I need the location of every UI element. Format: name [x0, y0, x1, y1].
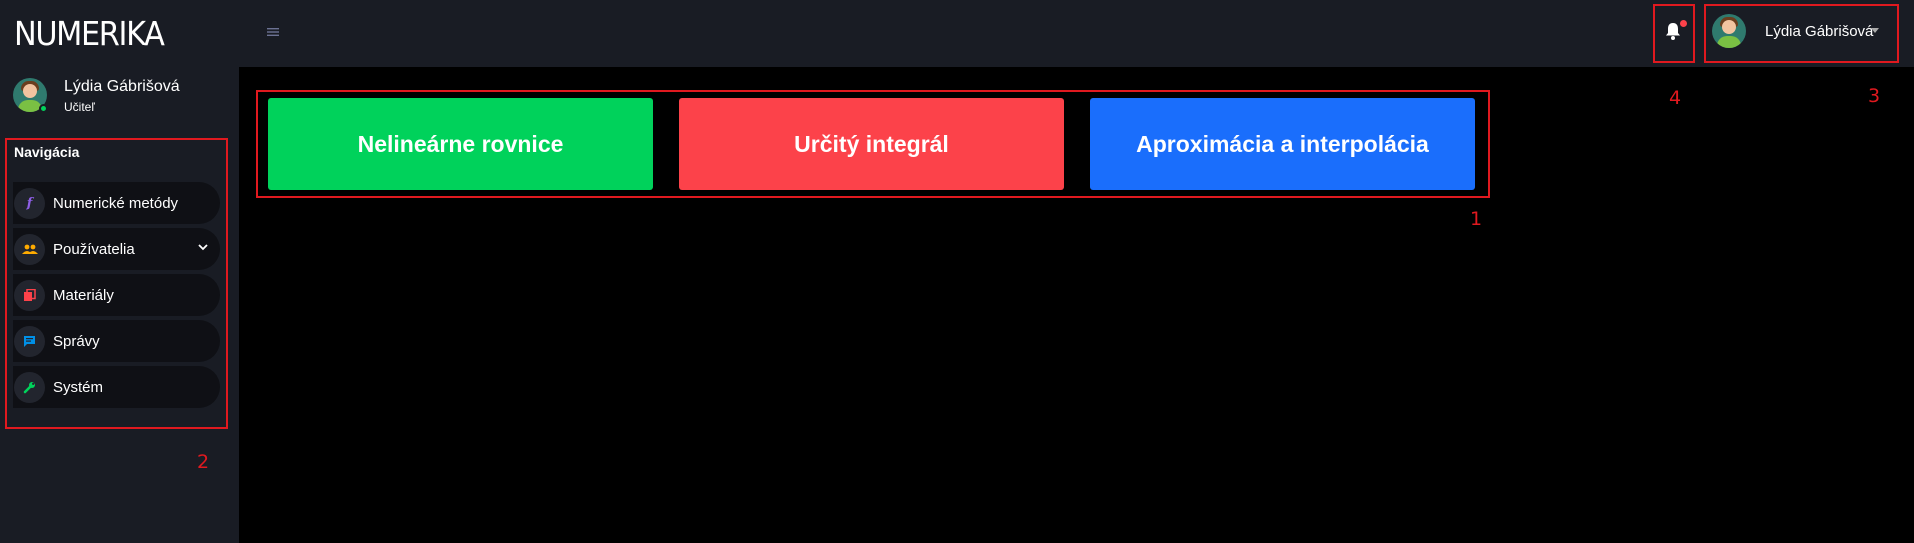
online-status-icon: [39, 104, 48, 113]
profile-role: Učiteľ: [64, 100, 95, 114]
annotation-box-navigation: [5, 138, 228, 429]
annotation-marker-2: 2: [197, 451, 210, 473]
annotation-box-notifications: [1653, 4, 1695, 63]
profile-name: Lýdia Gábrišová: [64, 78, 180, 95]
brand-logo[interactable]: NUMERIKA: [14, 14, 165, 53]
annotation-box-tiles: [256, 90, 1490, 198]
annotation-marker-1: 1: [1470, 208, 1483, 230]
sidebar-profile[interactable]: Lýdia Gábrišová Učiteľ: [13, 78, 233, 118]
hamburger-icon[interactable]: [267, 22, 279, 42]
annotation-box-user-menu: [1704, 4, 1899, 63]
annotation-marker-3: 3: [1868, 85, 1881, 107]
annotation-marker-4: 4: [1669, 87, 1682, 109]
